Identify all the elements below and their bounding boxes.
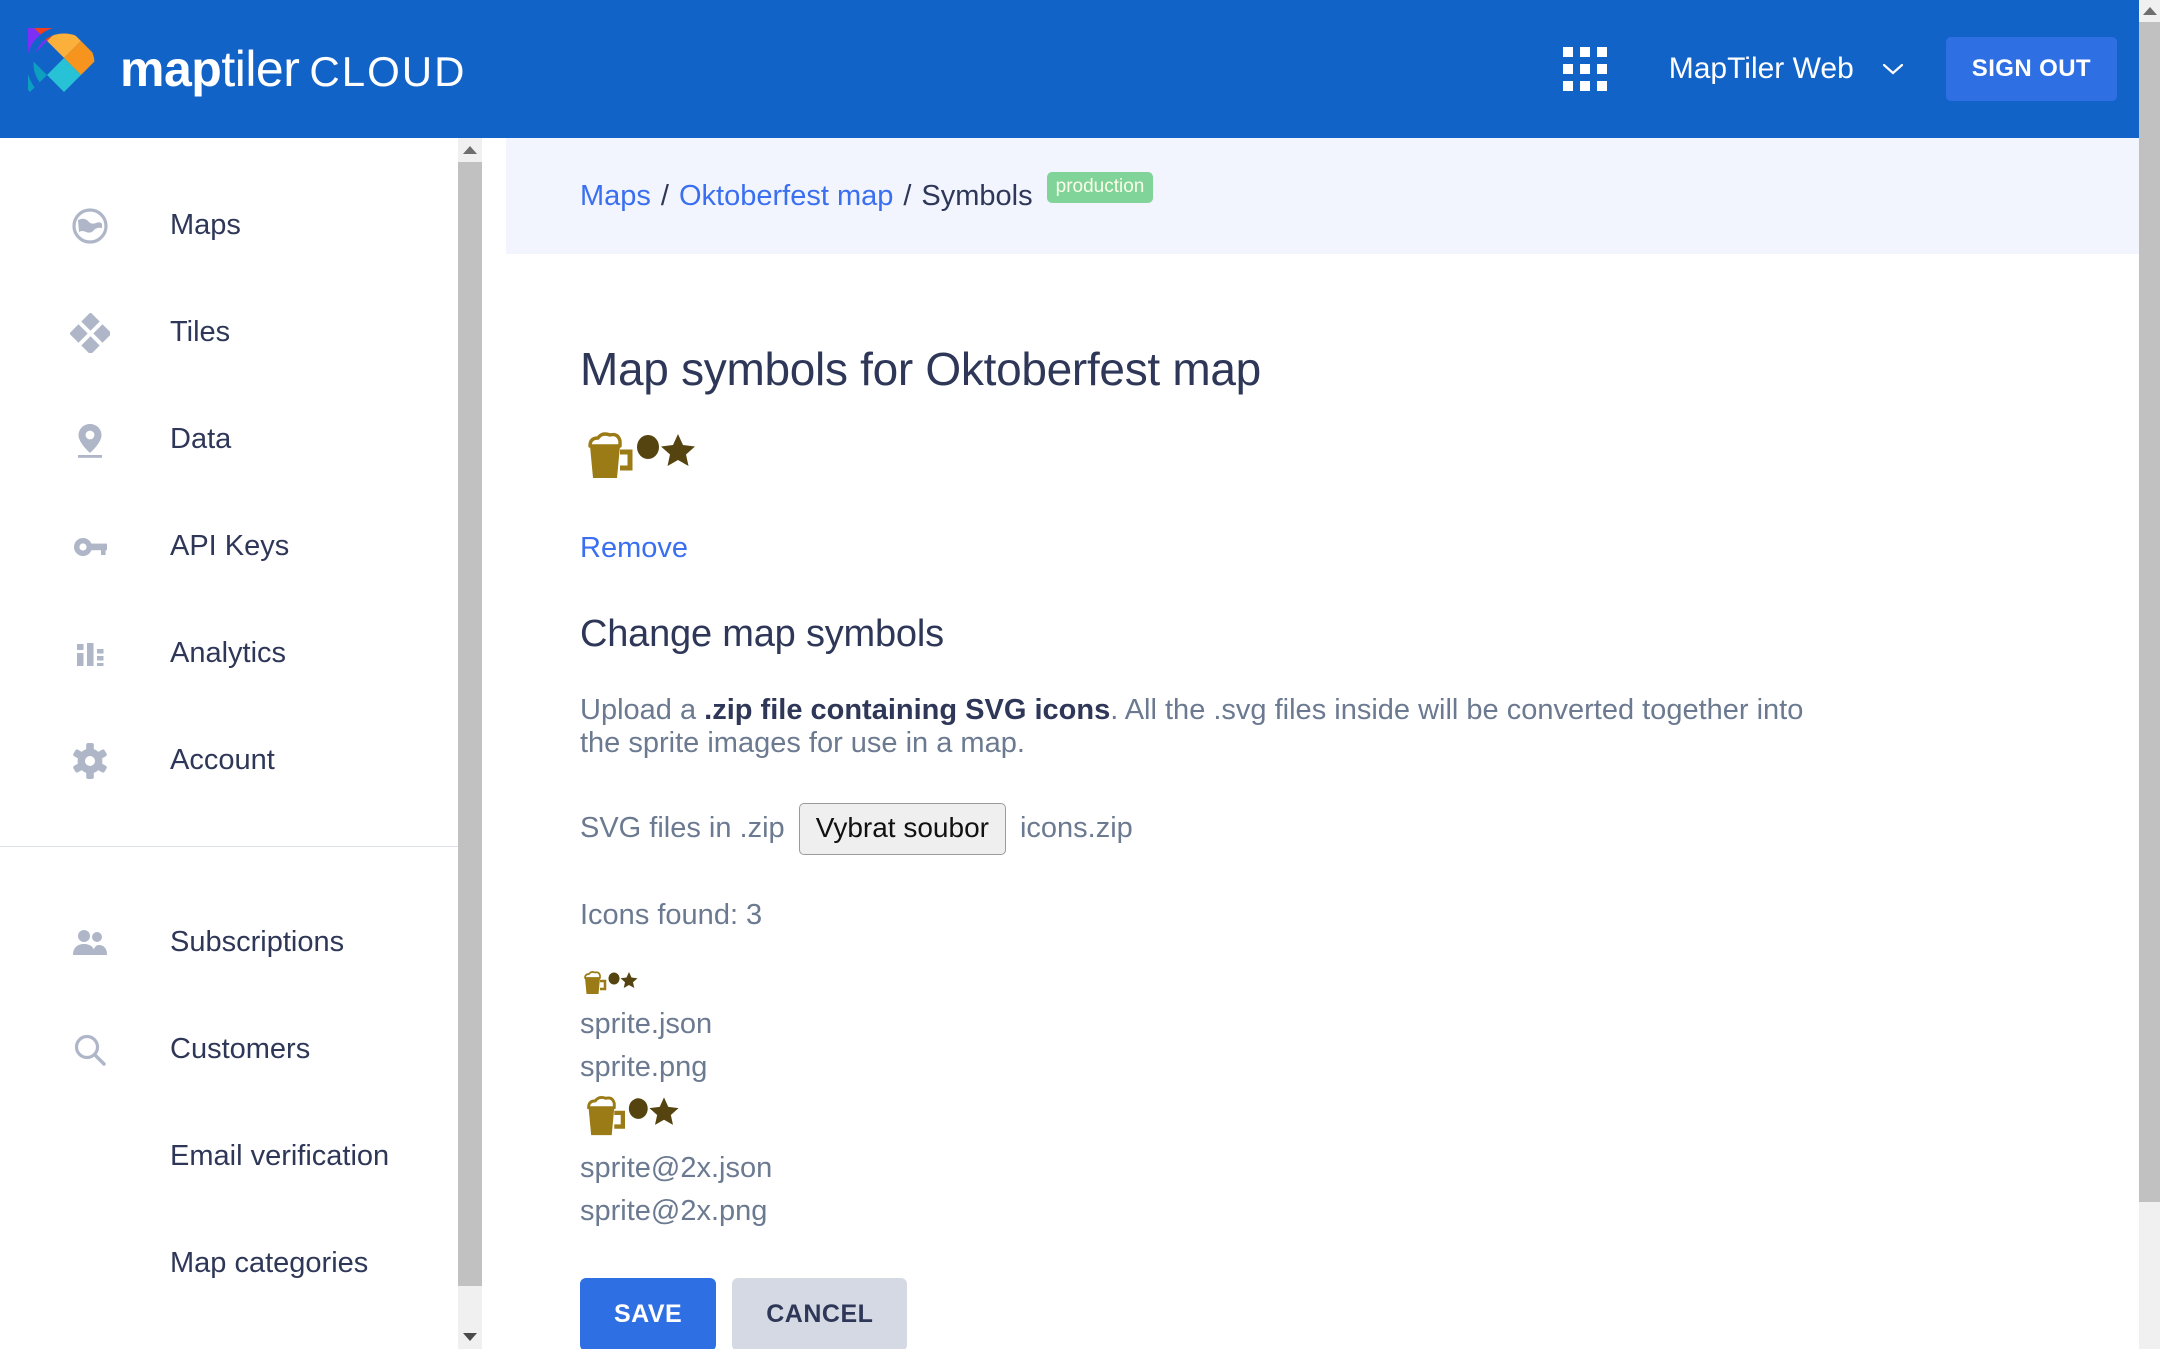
maptiler-logo-icon — [28, 28, 100, 110]
sprite-file-name[interactable]: sprite.json — [580, 1008, 2065, 1041]
selected-file-name: icons.zip — [1019, 812, 1133, 845]
cancel-button[interactable]: CANCEL — [732, 1277, 908, 1349]
sprite-file-name[interactable]: sprite.png — [580, 1051, 2065, 1084]
beer-mug-icon — [588, 432, 633, 478]
search-icon — [68, 1028, 112, 1072]
sprite-1x-preview — [584, 970, 638, 994]
circle-icon — [637, 435, 659, 459]
sprite-2x-preview — [587, 1095, 679, 1135]
help-bold: .zip file containing SVG icons — [704, 694, 1111, 726]
page-scrollbar[interactable] — [2139, 0, 2160, 1349]
form-action-buttons: SAVE CANCEL — [580, 1277, 2065, 1349]
breadcrumb-separator: / — [903, 179, 912, 212]
chevron-down-icon[interactable] — [1882, 63, 1904, 75]
logo-tiler: tiler — [221, 41, 300, 97]
breadcrumb: Maps / Oktoberfest map / Symbols product… — [506, 138, 2139, 254]
header-right-controls: MapTiler Web SIGN OUT — [1562, 37, 2139, 101]
sidebar-item-tiles[interactable]: Tiles — [0, 279, 482, 386]
help-prefix: Upload a — [580, 694, 705, 726]
sidebar-item-data[interactable]: Data — [0, 386, 482, 493]
sidebar-item-analytics[interactable]: Analytics — [0, 600, 482, 707]
sidebar-scrollbar-thumb[interactable] — [458, 162, 482, 1286]
upload-help-text: Upload a .zip file containing SVG icons.… — [580, 694, 1810, 761]
page-scroll-up-arrow[interactable] — [2139, 0, 2160, 22]
breadcrumb-separator: / — [660, 179, 669, 212]
sidebar-scroll-down-arrow[interactable] — [458, 1325, 482, 1349]
no-icon-placeholder — [68, 1135, 112, 1179]
content-body: Map symbols for Oktoberfest map Remove C… — [506, 342, 2139, 1349]
sign-out-button[interactable]: SIGN OUT — [1945, 37, 2117, 101]
circle-icon — [608, 972, 620, 985]
current-sprite-preview — [588, 432, 695, 478]
star-icon — [620, 971, 638, 988]
main-content: Maps / Oktoberfest map / Symbols product… — [506, 138, 2139, 1349]
file-input-label: SVG files in .zip — [580, 812, 785, 845]
globe-icon — [68, 204, 112, 248]
apps-grid-icon[interactable] — [1562, 47, 1607, 91]
icons-found-count: Icons found: 3 — [580, 898, 763, 931]
sidebar-item-label: Maps — [170, 209, 241, 241]
sprite-file-name[interactable]: sprite@2x.json — [580, 1152, 2065, 1185]
sidebar-item-label: Analytics — [170, 637, 287, 669]
sidebar-item-subscriptions[interactable]: Subscriptions — [0, 889, 482, 996]
sidebar-item-email-verification[interactable]: Email verification — [0, 1103, 482, 1210]
account-name[interactable]: MapTiler Web — [1669, 52, 1854, 86]
sidebar-item-label: Subscriptions — [170, 926, 345, 958]
remove-symbols-link[interactable]: Remove — [580, 532, 688, 565]
sidebar-item-customers[interactable]: Customers — [0, 996, 482, 1103]
star-icon — [649, 1097, 679, 1125]
sidebar-item-label: Data — [170, 423, 232, 455]
file-upload-row: SVG files in .zip Vybrat soubor icons.zi… — [580, 802, 2065, 855]
sidebar-item-maps[interactable]: Maps — [0, 172, 482, 279]
beer-mug-icon — [584, 970, 607, 994]
sidebar-item-label: Email verification — [170, 1140, 390, 1172]
top-header-bar: maptiler CLOUD MapTiler Web SIGN OUT — [0, 0, 2139, 138]
section-title: Change map symbols — [580, 613, 944, 655]
sprite-2x-block: sprite@2x.json sprite@2x.png — [580, 1094, 2065, 1228]
breadcrumb-map-name[interactable]: Oktoberfest map — [679, 180, 893, 213]
sidebar-item-label: Customers — [170, 1033, 311, 1065]
sidebar-scrollbar[interactable] — [458, 138, 482, 1349]
page-title: Map symbols for Oktoberfest map — [580, 343, 1261, 395]
choose-file-button[interactable]: Vybrat soubor — [798, 802, 1006, 855]
sidebar-item-api-keys[interactable]: API Keys — [0, 493, 482, 600]
status-badge: production — [1046, 171, 1154, 203]
sidebar-item-account[interactable]: Account — [0, 707, 482, 814]
key-icon — [68, 525, 112, 569]
sidebar-item-label: Tiles — [170, 316, 231, 348]
circle-icon — [628, 1097, 648, 1119]
star-icon — [661, 434, 695, 466]
maptiler-logo[interactable]: maptiler CLOUD — [28, 28, 466, 110]
logo-map: map — [120, 41, 222, 97]
sidebar-divider — [0, 846, 482, 847]
map-pin-icon — [68, 418, 112, 462]
no-icon-placeholder — [68, 1242, 112, 1286]
sidebar-secondary-nav: Subscriptions Customers Email verificati… — [0, 889, 482, 1317]
page-scrollbar-thumb[interactable] — [2139, 22, 2160, 1202]
logo-wordmark: maptiler CLOUD — [120, 40, 466, 98]
breadcrumb-current: Symbols — [921, 179, 1033, 212]
sidebar-item-label: Map categories — [170, 1247, 369, 1279]
sidebar-item-map-categories[interactable]: Map categories — [0, 1210, 482, 1317]
gear-icon — [68, 739, 112, 783]
sprite-file-name[interactable]: sprite@2x.png — [580, 1195, 2065, 1228]
bar-chart-icon — [68, 632, 112, 676]
sprite-1x-block: sprite.json sprite.png — [580, 970, 2065, 1084]
diamonds-icon — [68, 311, 112, 355]
sidebar-item-label: Account — [170, 744, 275, 776]
sidebar-item-label: API Keys — [170, 530, 290, 562]
people-icon — [68, 921, 112, 965]
sidebar-scroll-up-arrow[interactable] — [458, 138, 482, 162]
breadcrumb-maps[interactable]: Maps — [580, 180, 651, 213]
logo-cloud: CLOUD — [309, 48, 467, 95]
save-button[interactable]: SAVE — [580, 1277, 717, 1349]
sidebar-primary-nav: Maps Tiles Data API Keys Analytics Accou… — [0, 138, 482, 814]
beer-mug-icon — [587, 1095, 625, 1135]
sidebar: Maps Tiles Data API Keys Analytics Accou… — [0, 138, 482, 1349]
